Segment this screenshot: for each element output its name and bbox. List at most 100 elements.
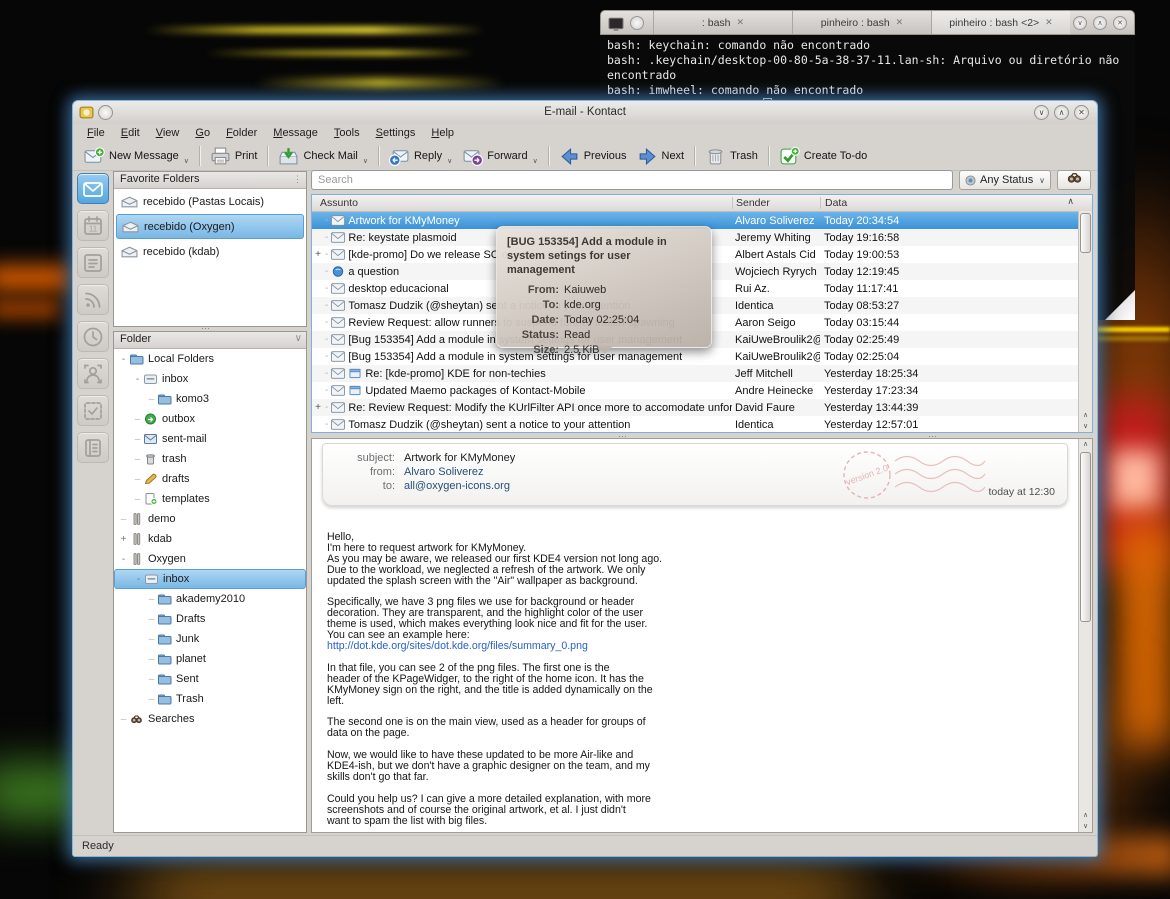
preview-scrollbar[interactable]: ∧ ∧ ∨ xyxy=(1078,439,1092,832)
message-list-header[interactable]: Assunto Sender Data ∧ xyxy=(312,195,1092,212)
folder-tree-item[interactable]: -inbox xyxy=(114,569,306,589)
menu-item-settings[interactable]: Settings xyxy=(368,127,424,139)
chevron-down-icon[interactable]: ∨ xyxy=(533,157,538,165)
folder-tree-item[interactable]: –outbox xyxy=(114,409,306,429)
folder-tree-item[interactable]: –sent-mail xyxy=(114,429,306,449)
menu-item-go[interactable]: Go xyxy=(187,127,218,139)
tree-expander[interactable]: - xyxy=(132,374,143,385)
column-header-subject[interactable]: Assunto xyxy=(312,197,732,209)
terminal-tab[interactable]: pinheiro : bash <2>✕ xyxy=(931,11,1070,34)
folder-tree-item[interactable]: -Local Folders xyxy=(114,349,306,369)
reply-button[interactable]: Reply∨ xyxy=(384,144,457,169)
tab-close-icon[interactable]: ✕ xyxy=(1045,17,1053,28)
terminal-close-button[interactable]: ✕ xyxy=(1113,16,1127,30)
tree-expander[interactable]: - xyxy=(118,354,129,365)
message-row[interactable]: -Re: [kde-promo] KDE for non-techiesJeff… xyxy=(312,365,1092,382)
folder-tree-item[interactable]: -inbox xyxy=(114,369,306,389)
scroll-up-icon[interactable]: ∧ xyxy=(1079,810,1092,821)
column-header-sender[interactable]: Sender xyxy=(732,197,820,209)
tree-expander[interactable]: - xyxy=(133,574,144,585)
chevron-down-icon[interactable]: ∨ xyxy=(447,157,452,165)
terminal-maximize-button[interactable]: ∧ xyxy=(1093,16,1107,30)
sidebar-feeds-button[interactable] xyxy=(77,284,109,315)
message-row[interactable]: -[Bug 153354] Add a module in system set… xyxy=(312,348,1092,365)
scrollbar-thumb[interactable] xyxy=(1080,452,1091,622)
header-field-value[interactable]: Alvaro Soliverez xyxy=(404,465,483,479)
header-field-value[interactable]: all@oxygen-icons.org xyxy=(404,479,510,493)
favorite-folders-header[interactable]: Favorite Folders ⋮ xyxy=(114,172,306,189)
chevron-down-icon[interactable]: ∨ xyxy=(184,157,189,165)
next-button[interactable]: Next xyxy=(632,144,690,169)
scroll-up-icon[interactable]: ∧ xyxy=(1079,439,1092,450)
message-row[interactable]: -Tomasz Dudzik (@sheytan) sent a notice … xyxy=(312,416,1092,433)
window-titlebar[interactable]: E-mail - Kontact ∨ ∧ ✕ xyxy=(73,101,1097,124)
folder-tree-item[interactable]: –demo xyxy=(114,509,306,529)
sidebar-calendar-button[interactable]: 11 xyxy=(77,210,109,241)
folder-tree-item[interactable]: –komo3 xyxy=(114,389,306,409)
tab-close-icon[interactable]: ✕ xyxy=(896,17,904,28)
new-message-button[interactable]: New Message∨ xyxy=(79,144,194,169)
folder-tree-item[interactable]: –Sent xyxy=(114,669,306,689)
folder-panel-header[interactable]: Folder ∨ xyxy=(114,332,306,349)
sidebar-mail-button[interactable] xyxy=(77,173,109,204)
terminal-tab[interactable]: : bash✕ xyxy=(653,11,792,34)
thread-expander[interactable]: + xyxy=(314,402,322,413)
scroll-up-icon[interactable]: ∧ xyxy=(1079,410,1092,421)
terminal-titlebar[interactable]: : bash✕pinheiro : bash✕pinheiro : bash <… xyxy=(600,10,1135,35)
message-row[interactable]: +-Re: Review Request: Modify the KUrlFil… xyxy=(312,399,1092,416)
check-mail-button[interactable]: Check Mail∨ xyxy=(273,144,373,169)
tree-expander[interactable]: - xyxy=(118,554,129,565)
folder-tree-item[interactable]: –trash xyxy=(114,449,306,469)
previous-button[interactable]: Previous xyxy=(554,144,632,169)
open-search-button[interactable] xyxy=(1057,170,1091,190)
menu-item-tools[interactable]: Tools xyxy=(326,127,368,139)
sidebar-todo-button[interactable] xyxy=(77,395,109,426)
chevron-down-icon[interactable]: ∨ xyxy=(363,157,368,165)
scroll-down-icon[interactable]: ∨ xyxy=(1079,421,1092,432)
menu-item-edit[interactable]: Edit xyxy=(113,127,148,139)
sidebar-notes-button[interactable] xyxy=(77,247,109,278)
folder-tree-item[interactable]: –akademy2010 xyxy=(114,589,306,609)
column-header-date[interactable]: Data xyxy=(820,197,1092,209)
sidebar-time-tracker-button[interactable] xyxy=(77,321,109,352)
folder-tree-item[interactable]: –drafts xyxy=(114,469,306,489)
status-filter-dropdown[interactable]: Any Status ∨ xyxy=(959,170,1051,190)
favorite-folder-item[interactable]: recebido (kdab) xyxy=(116,240,304,263)
message-row[interactable]: -Updated Maemo packages of Kontact-Mobil… xyxy=(312,382,1092,399)
sidebar-contacts-button[interactable] xyxy=(77,358,109,389)
window-maximize-button[interactable]: ∧ xyxy=(1054,105,1069,120)
folder-tree-item[interactable]: –Searches xyxy=(114,709,306,729)
titlebar-pin-button[interactable] xyxy=(98,105,113,120)
menu-item-file[interactable]: File xyxy=(79,127,113,139)
terminal-menu-button[interactable] xyxy=(630,16,644,30)
menu-item-message[interactable]: Message xyxy=(265,127,326,139)
forward-button[interactable]: Forward∨ xyxy=(457,144,542,169)
tree-expander[interactable]: + xyxy=(118,534,129,545)
folder-tree-item[interactable]: –templates xyxy=(114,489,306,509)
scrollbar-thumb[interactable] xyxy=(1080,213,1091,253)
scroll-down-icon[interactable]: ∨ xyxy=(1079,821,1092,832)
thread-expander[interactable]: + xyxy=(314,249,322,260)
sort-ascending-icon[interactable]: ∧ xyxy=(1067,196,1074,207)
window-close-button[interactable]: ✕ xyxy=(1074,105,1089,120)
chevron-down-icon[interactable]: ∨ xyxy=(295,333,302,344)
menu-item-folder[interactable]: Folder xyxy=(218,127,265,139)
print-button[interactable]: Print xyxy=(205,144,263,169)
sidebar-journal-button[interactable] xyxy=(77,432,109,463)
create-todo-button[interactable]: Create To-do xyxy=(774,144,872,169)
message-list-scrollbar[interactable]: ∧ ∨ xyxy=(1078,211,1092,432)
folder-tree-item[interactable]: +kdab xyxy=(114,529,306,549)
menu-item-help[interactable]: Help xyxy=(423,127,462,139)
menu-item-view[interactable]: View xyxy=(148,127,188,139)
window-minimize-button[interactable]: ∨ xyxy=(1034,105,1049,120)
folder-tree-item[interactable]: –Trash xyxy=(114,689,306,709)
tab-close-icon[interactable]: ✕ xyxy=(737,17,745,28)
search-input[interactable] xyxy=(311,170,953,190)
favorite-folder-item[interactable]: recebido (Oxygen) xyxy=(116,214,304,239)
folder-tree-item[interactable]: –Drafts xyxy=(114,609,306,629)
folder-tree-item[interactable]: –Junk xyxy=(114,629,306,649)
folder-tree-item[interactable]: -Oxygen xyxy=(114,549,306,569)
body-link[interactable]: http://dot.kde.org/sites/dot.kde.org/fil… xyxy=(327,640,588,652)
trash-button[interactable]: Trash xyxy=(700,144,763,169)
terminal-minimize-button[interactable]: ∨ xyxy=(1073,16,1087,30)
